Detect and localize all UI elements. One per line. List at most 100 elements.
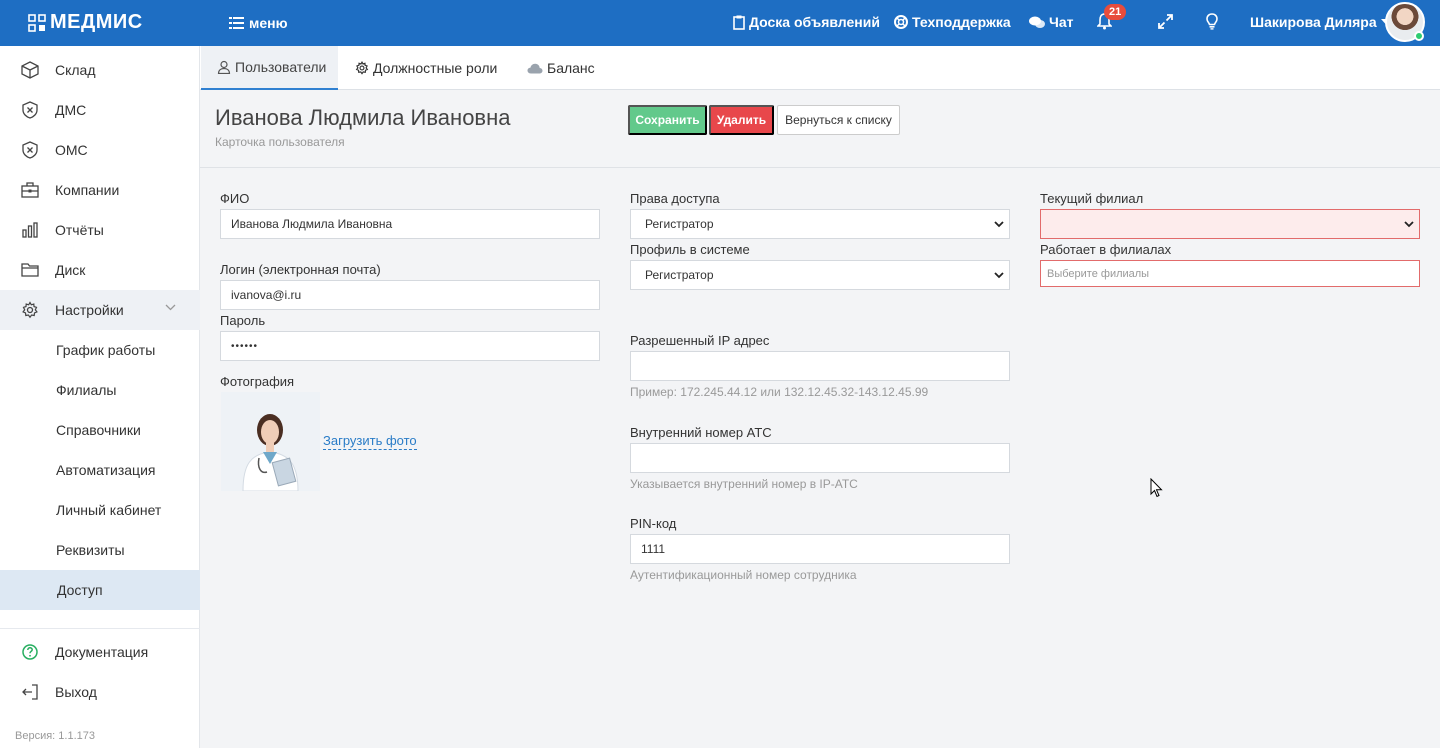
doctor-photo-image <box>221 392 320 491</box>
user-photo <box>221 392 320 491</box>
sidebar-item-companies[interactable]: Компании <box>0 170 200 210</box>
menu-label: меню <box>249 15 288 31</box>
chevron-down-icon <box>165 304 176 311</box>
ip-label: Разрешенный IP адрес <box>630 333 770 348</box>
sidebar-subitem-label: Доступ <box>57 582 103 598</box>
logout-icon <box>22 684 38 700</box>
brand-name: МЕДМИС <box>50 11 143 33</box>
sidebar-item-exit[interactable]: Выход <box>0 672 200 712</box>
cloud-icon <box>527 63 543 73</box>
gear-icon <box>22 301 38 319</box>
sidebar-item-label: Отчёты <box>55 222 104 238</box>
pin-label: PIN-код <box>630 516 677 531</box>
sidebar-subitem-label: Реквизиты <box>56 542 125 558</box>
sidebar-subitem-cabinet[interactable]: Личный кабинет <box>0 490 200 530</box>
back-to-list-button[interactable]: Вернуться к списку <box>777 105 900 135</box>
tab-balance-label: Баланс <box>547 60 595 76</box>
delete-button[interactable]: Удалить <box>709 105 774 135</box>
access-rights-select[interactable]: Регистратор <box>630 209 1010 239</box>
sidebar-divider <box>0 628 200 629</box>
sidebar-subitem-access[interactable]: Доступ <box>0 570 200 610</box>
pin-field[interactable]: 1111 <box>630 534 1010 564</box>
ext-label: Внутренний номер АТС <box>630 425 772 440</box>
nav-board-link[interactable]: Доска объявлений <box>733 14 880 30</box>
tab-roles[interactable]: Должностные роли <box>355 46 497 90</box>
lifebuoy-icon <box>894 15 908 29</box>
page-subtitle: Карточка пользователя <box>215 135 345 149</box>
access-rights-value: Регистратор <box>645 217 714 231</box>
box-icon <box>21 61 39 79</box>
sidebar-item-dms[interactable]: ДМС <box>0 90 200 130</box>
ext-hint: Указывается внутренний номер в IP-АТС <box>630 477 858 491</box>
nav-board-label: Доска объявлений <box>749 14 880 30</box>
sidebar-subitem-label: Справочники <box>56 422 141 438</box>
sidebar-item-disk[interactable]: Диск <box>0 250 200 290</box>
sidebar-item-reports[interactable]: Отчёты <box>0 210 200 250</box>
tab-bar: Пользователи Должностные роли Баланс <box>200 46 1440 90</box>
sidebar-subitem-label: Автоматизация <box>56 462 156 478</box>
online-status-dot <box>1414 31 1424 41</box>
top-bar: МЕДМИС меню Доска объявлений Техподдержк… <box>0 0 1440 46</box>
sidebar-subitem-automation[interactable]: Автоматизация <box>0 450 200 490</box>
sidebar-item-oms[interactable]: ОМС <box>0 130 200 170</box>
branches-multiselect[interactable]: Выберите филиалы <box>1040 260 1420 287</box>
current-branch-label: Текущий филиал <box>1040 191 1144 206</box>
photo-label: Фотография <box>220 374 295 389</box>
expand-icon <box>1158 14 1173 29</box>
tab-users[interactable]: Пользователи <box>201 46 338 90</box>
sidebar-subitem-label: Личный кабинет <box>56 502 162 518</box>
list-icon <box>229 17 244 29</box>
sidebar-subitem-requisites[interactable]: Реквизиты <box>0 530 200 570</box>
brand-logo[interactable]: МЕДМИС <box>28 11 143 34</box>
sidebar-item-docs[interactable]: Документация <box>0 632 200 672</box>
sidebar-subitem-label: График работы <box>56 342 156 358</box>
sidebar: Склад ДМС ОМС Компании Отчёты Диск Настр… <box>0 46 200 748</box>
folder-icon <box>21 263 39 277</box>
password-field[interactable]: •••••• <box>220 331 600 361</box>
pin-hint: Аутентификационный номер сотрудника <box>630 568 857 582</box>
tab-balance[interactable]: Баланс <box>527 46 595 90</box>
app-version: Версия: 1.1.173 <box>15 730 95 742</box>
profile-label: Профиль в системе <box>630 242 750 257</box>
nav-chat-link[interactable]: Чат <box>1029 14 1073 30</box>
sidebar-item-label: Выход <box>55 684 97 700</box>
gear-icon <box>355 61 369 75</box>
user-icon <box>217 60 231 74</box>
ip-field[interactable] <box>630 351 1010 381</box>
current-branch-select[interactable] <box>1040 209 1420 239</box>
page-title: Иванова Людмила Ивановна <box>215 105 511 130</box>
ip-hint: Пример: 172.245.44.12 или 132.12.45.32-1… <box>630 385 929 399</box>
password-label: Пароль <box>220 313 266 328</box>
sidebar-subitem-schedule[interactable]: График работы <box>0 330 200 370</box>
tips-button[interactable] <box>1206 13 1218 33</box>
chevron-down-icon <box>994 272 1004 279</box>
profile-select[interactable]: Регистратор <box>630 260 1010 290</box>
sidebar-subitem-branches[interactable]: Филиалы <box>0 370 200 410</box>
sidebar-subitem-label: Филиалы <box>56 382 117 398</box>
lightbulb-icon <box>1206 13 1218 30</box>
sidebar-item-label: Склад <box>55 62 96 78</box>
login-label: Логин (электронная почта) <box>220 262 381 277</box>
logo-mark-icon <box>28 13 46 32</box>
briefcase-icon <box>21 182 39 198</box>
ext-field[interactable] <box>630 443 1010 473</box>
nav-support-link[interactable]: Техподдержка <box>894 14 1011 30</box>
login-field[interactable]: ivanova@i.ru <box>220 280 600 310</box>
sidebar-item-label: Настройки <box>55 302 124 318</box>
shield-icon <box>22 141 38 159</box>
user-menu[interactable]: Шакирова Диляра <box>1250 14 1390 30</box>
sidebar-item-warehouse[interactable]: Склад <box>0 50 200 90</box>
profile-value: Регистратор <box>645 268 714 282</box>
menu-button[interactable]: меню <box>229 15 288 31</box>
chat-icon <box>1029 16 1045 28</box>
sidebar-subitem-directories[interactable]: Справочники <box>0 410 200 450</box>
fullscreen-button[interactable] <box>1158 14 1173 32</box>
clipboard-icon <box>733 15 745 30</box>
sidebar-item-settings[interactable]: Настройки <box>0 290 200 330</box>
fio-field[interactable]: Иванова Людмила Ивановна <box>220 209 600 239</box>
save-button[interactable]: Сохранить <box>628 105 707 135</box>
mouse-cursor-icon <box>1150 478 1163 498</box>
tab-roles-label: Должностные роли <box>373 60 498 76</box>
upload-photo-link[interactable]: Загрузить фото <box>323 433 417 450</box>
help-circle-icon <box>22 644 38 660</box>
